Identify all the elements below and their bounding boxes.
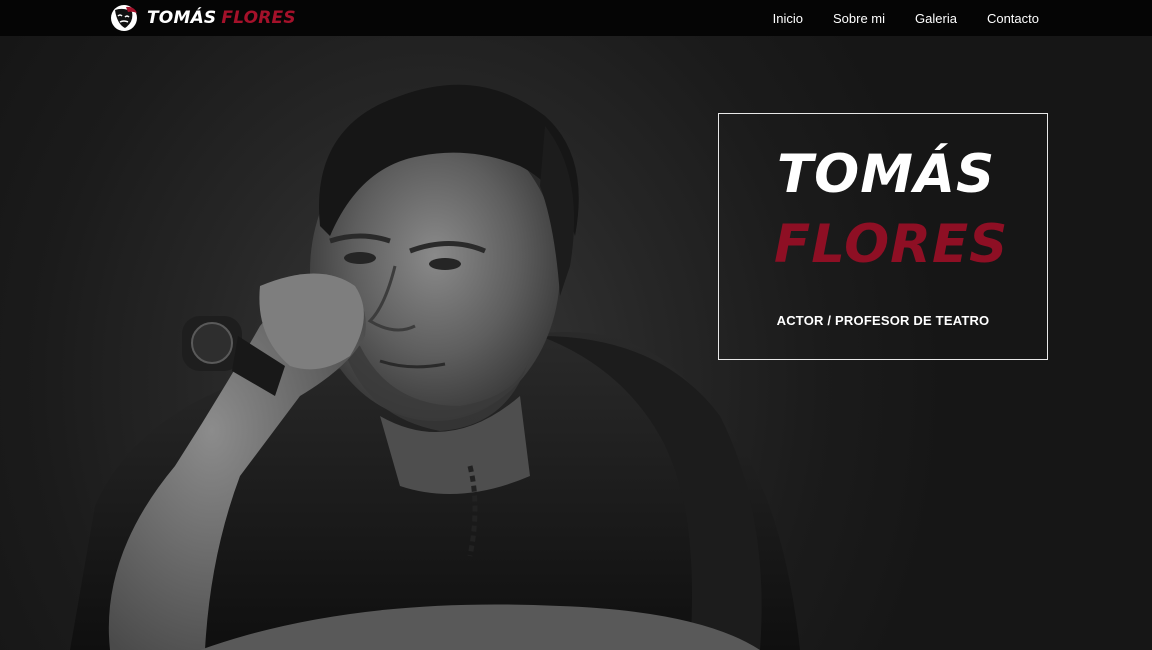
theater-mask-icon	[111, 5, 137, 31]
hero-subtitle: ACTOR / PROFESOR DE TEATRO	[776, 313, 990, 328]
top-navbar: TOMÁS FLORES Inicio Sobre mi Galeria Cont…	[0, 0, 1152, 36]
brand-name: TOMÁS FLORES	[147, 8, 296, 28]
brand-last-name: FLORES	[221, 8, 296, 28]
page: TOMÁS FLORES Inicio Sobre mi Galeria Cont…	[0, 0, 1152, 650]
nav-link-contacto[interactable]: Contacto	[987, 11, 1039, 26]
nav-link-galeria[interactable]: Galeria	[915, 11, 957, 26]
nav-links: Inicio Sobre mi Galeria Contacto	[773, 0, 1039, 36]
brand-first-name: TOMÁS	[147, 8, 217, 28]
hero-title-box: TOMÁS FLORES ACTOR / PROFESOR DE TEATRO	[718, 113, 1048, 360]
hero-first-name: TOMÁS	[777, 144, 996, 205]
hero-last-name: FLORES	[774, 214, 1009, 275]
nav-link-sobre-mi[interactable]: Sobre mi	[833, 11, 885, 26]
brand-logo-link[interactable]: TOMÁS FLORES	[110, 3, 296, 33]
nav-link-inicio[interactable]: Inicio	[773, 11, 803, 26]
